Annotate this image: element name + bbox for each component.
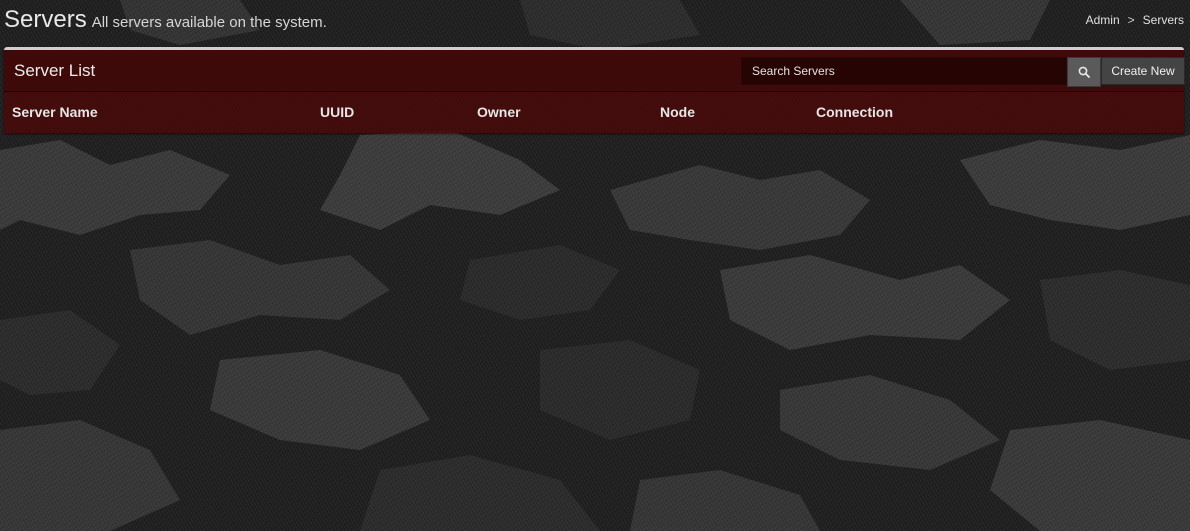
search-group: Create New xyxy=(741,57,1185,87)
page-subtitle: All servers available on the system. xyxy=(91,14,327,31)
panel-header: Server List Create New xyxy=(4,50,1185,92)
column-header-owner[interactable]: Owner xyxy=(477,104,521,120)
server-list-panel: Server List Create New Server Name UUID … xyxy=(4,47,1185,133)
search-input[interactable] xyxy=(741,57,1067,85)
breadcrumb-item-servers: Servers xyxy=(1142,13,1184,27)
create-new-button[interactable]: Create New xyxy=(1101,57,1185,85)
table-header-row: Server Name UUID Owner Node Connection xyxy=(4,92,1184,130)
column-header-node[interactable]: Node xyxy=(660,104,695,120)
breadcrumb: Admin > Servers xyxy=(1086,13,1184,27)
page-header: Servers All servers available on the sys… xyxy=(4,2,327,38)
panel-title: Server List xyxy=(14,61,96,80)
page-content: Servers All servers available on the sys… xyxy=(0,0,1190,531)
search-icon xyxy=(1078,66,1090,78)
breadcrumb-separator: > xyxy=(1127,13,1135,27)
search-button[interactable] xyxy=(1067,57,1101,87)
breadcrumb-item-admin[interactable]: Admin xyxy=(1086,13,1120,27)
page-title: Servers xyxy=(4,6,87,33)
column-header-server-name[interactable]: Server Name xyxy=(12,104,98,120)
column-header-connection[interactable]: Connection xyxy=(816,104,893,120)
column-header-uuid[interactable]: UUID xyxy=(320,104,354,120)
